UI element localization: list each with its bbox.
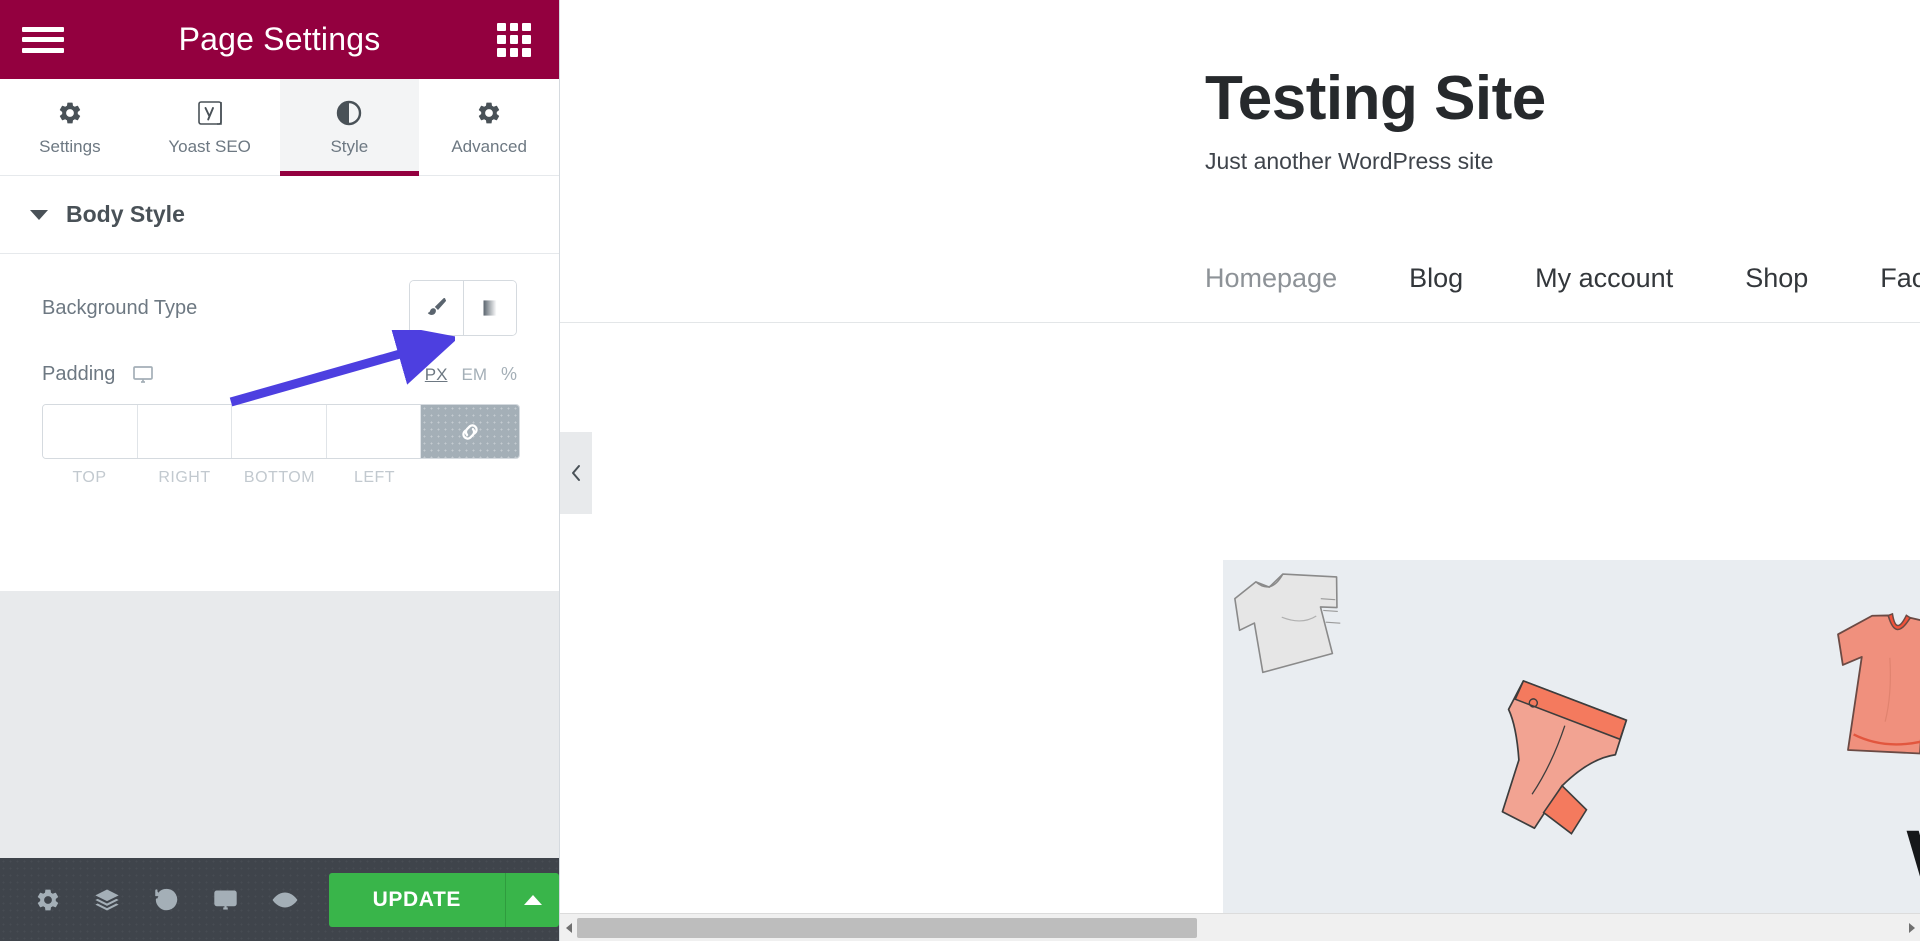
panel-footer: UPDATE — [0, 858, 560, 941]
nav-item-homepage[interactable]: Homepage — [1205, 263, 1373, 294]
hero-section: Welcome — [1223, 560, 1920, 913]
caret-down-icon — [30, 209, 48, 220]
history-icon[interactable] — [137, 858, 196, 941]
padding-label: Padding — [42, 362, 116, 385]
padding-bottom-sublabel: BOTTOM — [243, 469, 316, 486]
site-tagline: Just another WordPress site — [1205, 148, 1494, 174]
gradient-icon — [483, 300, 497, 316]
panel-tabs: Settings Yoast SEO Style Advanced — [0, 79, 559, 176]
site-title: Testing Site — [1205, 64, 1546, 133]
hero-heading: Welcome — [1906, 812, 1920, 913]
gear-icon[interactable] — [18, 858, 77, 941]
hamburger-menu-icon[interactable] — [22, 25, 64, 55]
apps-grid-icon[interactable] — [497, 22, 531, 57]
elementor-panel: Page Settings Settings Yoast SEO Style A… — [0, 0, 560, 941]
site-header: Testing Site Just another WordPress site — [560, 0, 1920, 175]
padding-right-input[interactable] — [137, 405, 232, 458]
preview-horizontal-scrollbar[interactable] — [560, 913, 1920, 941]
tab-label: Style — [330, 136, 369, 156]
yoast-logo-icon — [196, 98, 224, 128]
triangle-right-icon — [1908, 922, 1915, 933]
padding-right-sublabel: RIGHT — [158, 469, 211, 486]
eye-preview-icon[interactable] — [255, 858, 314, 941]
tab-style[interactable]: Style — [279, 79, 420, 176]
coral-shorts-illustration — [1501, 679, 1628, 835]
coral-tshirt-illustration — [1837, 612, 1920, 755]
section-title: Body Style — [66, 201, 185, 227]
unit-em[interactable]: EM — [461, 365, 487, 385]
update-button[interactable]: UPDATE — [328, 872, 506, 927]
page-title: Page Settings — [178, 21, 381, 57]
panel-controls: Background Type Padding PX EM % TOP RIGH… — [0, 254, 559, 858]
section-body-style[interactable]: Body Style — [0, 176, 559, 254]
padding-bottom-input[interactable] — [232, 405, 327, 458]
tab-settings[interactable]: Settings — [0, 79, 140, 175]
site-preview: Testing Site Just another WordPress site… — [560, 0, 1920, 941]
triangle-left-icon — [565, 922, 572, 933]
background-type-gradient-button[interactable] — [463, 281, 516, 335]
scrollbar-track[interactable] — [577, 914, 1903, 941]
background-type-label: Background Type — [42, 296, 198, 319]
contrast-circle-icon — [335, 98, 363, 128]
paint-brush-icon — [427, 298, 446, 315]
tab-yoast-seo[interactable]: Yoast SEO — [140, 79, 280, 175]
elementor-editor: Page Settings Settings Yoast SEO Style A… — [0, 0, 1920, 941]
tab-label: Advanced — [451, 136, 527, 156]
update-button-group: UPDATE — [328, 872, 560, 927]
nav-item-facebook[interactable]: Facebook — [1844, 263, 1920, 294]
padding-sublabel-spacer — [422, 469, 520, 487]
scrollbar-thumb[interactable] — [577, 917, 1197, 938]
panel-collapse-handle[interactable] — [560, 432, 592, 514]
white-tshirt-illustration — [1234, 573, 1341, 674]
background-type-toggle-group — [409, 280, 517, 336]
panel-header: Page Settings — [0, 0, 559, 79]
padding-header: Padding PX EM % — [42, 362, 517, 386]
nav-item-blog[interactable]: Blog — [1373, 263, 1499, 294]
padding-sublabels: TOP RIGHT BOTTOM LEFT — [42, 469, 520, 487]
background-type-classic-button[interactable] — [410, 281, 463, 335]
gear-icon — [57, 98, 83, 128]
tab-advanced[interactable]: Advanced — [419, 79, 559, 175]
scroll-left-button[interactable] — [560, 914, 577, 941]
desktop-monitor-icon[interactable] — [196, 858, 255, 941]
control-background-type: Background Type — [42, 280, 517, 336]
unit-percent[interactable]: % — [501, 364, 517, 385]
desktop-monitor-icon[interactable] — [131, 362, 155, 386]
chevron-left-icon — [572, 465, 580, 481]
link-chain-icon — [462, 423, 478, 440]
gear-icon — [476, 98, 502, 128]
panel-empty-area — [0, 591, 559, 858]
padding-top-sublabel: TOP — [72, 469, 107, 486]
site-navigation: Homepage Blog My account Shop Facebook S… — [560, 235, 1920, 323]
control-padding: Padding PX EM % TOP RIGHT BOTTOM LEFT — [42, 362, 520, 487]
nav-item-my-account[interactable]: My account — [1499, 263, 1709, 294]
update-dropdown-button[interactable] — [505, 872, 560, 927]
unit-px[interactable]: PX — [425, 365, 448, 385]
tab-label: Settings — [39, 136, 101, 156]
padding-units: PX EM % — [425, 364, 517, 385]
padding-link-values-button[interactable] — [421, 405, 519, 458]
padding-left-sublabel: LEFT — [353, 469, 396, 486]
padding-top-input[interactable] — [43, 405, 138, 458]
tab-label: Yoast SEO — [168, 136, 251, 156]
layers-icon[interactable] — [77, 858, 136, 941]
padding-left-input[interactable] — [326, 405, 421, 458]
scroll-right-button[interactable] — [1903, 914, 1920, 941]
padding-inputs — [42, 404, 520, 459]
caret-up-icon — [523, 894, 542, 905]
nav-item-shop[interactable]: Shop — [1709, 263, 1844, 294]
